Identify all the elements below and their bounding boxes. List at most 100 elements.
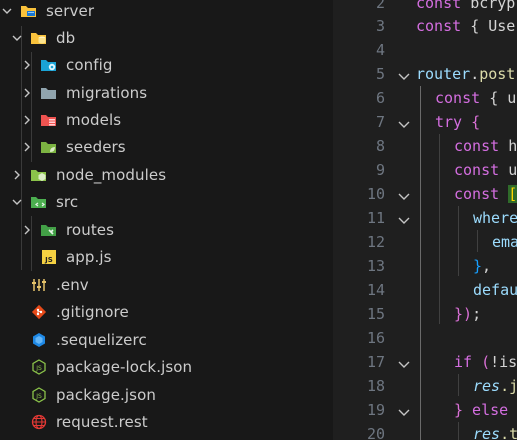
line-number: 12 [366, 233, 385, 251]
code-token: const [454, 185, 509, 203]
tree-item-label: seeders [66, 137, 126, 156]
fold-chevron-icon[interactable] [397, 405, 411, 419]
code-line-14: defau [473, 281, 517, 299]
code-line-10: const [ [454, 185, 517, 203]
tree-item-label: routes [66, 220, 115, 239]
tree-item-label: request.rest [56, 412, 148, 431]
js-file-icon: JS [40, 248, 58, 266]
svg-text:JS: JS [44, 256, 53, 264]
code-line-7: try { [435, 113, 480, 131]
chevron-right-icon [20, 222, 34, 238]
tree-item-label: db [56, 28, 76, 47]
code-token: ; [472, 305, 482, 323]
code-token: { [471, 113, 481, 131]
chevron-right-icon [20, 85, 34, 101]
code-line-3: const { Use [416, 17, 515, 35]
indent-guide [439, 134, 440, 324]
line-number: 15 [366, 305, 385, 323]
line-number: 9 [375, 161, 385, 179]
fold-chevron-icon[interactable] [397, 69, 411, 83]
code-token: } [473, 257, 483, 275]
code-token: .t [500, 425, 517, 440]
line-number: 8 [375, 137, 385, 155]
tree-item-models[interactable]: models [0, 106, 333, 133]
code-line-6: const { u [435, 89, 516, 107]
fold-chevron-icon[interactable] [397, 117, 411, 131]
tree-item-config[interactable]: config [0, 51, 333, 78]
tree-item-label: .env [56, 275, 89, 294]
code-line-9: const u [454, 161, 517, 179]
code-editor[interactable]: 2 3 4 5 6 7 8 9 10 11 12 13 14 15 16 17 … [333, 0, 517, 440]
fold-chevron-icon[interactable] [397, 189, 411, 203]
code-token: where [473, 209, 517, 227]
tree-item-app-js[interactable]: JS app.js [0, 243, 333, 270]
code-token: ) [463, 305, 473, 323]
code-token: res [473, 425, 501, 440]
tree-item-gitignore[interactable]: .gitignore [0, 298, 333, 325]
code-token: post [479, 65, 516, 83]
indent-guide [458, 206, 459, 276]
line-number: 18 [366, 377, 385, 395]
tree-item-label: src [56, 192, 79, 211]
tree-item-node-modules[interactable]: node_modules [0, 161, 333, 188]
tree-item-label: config [66, 55, 113, 74]
code-token: u [508, 161, 517, 179]
globe-icon [30, 413, 48, 431]
tree-item-label: migrations [66, 83, 148, 102]
code-token: { Use [470, 17, 516, 35]
folder-icon [40, 84, 58, 102]
tree-item-sequelizerc[interactable]: .sequelizerc [0, 326, 333, 353]
tree-item-package-json[interactable]: JS package.json [0, 381, 333, 408]
fold-chevron-icon[interactable] [397, 213, 411, 227]
tree-item-seeders[interactable]: seeders [0, 133, 333, 160]
code-token: h [508, 137, 517, 155]
folder-db-icon [30, 29, 48, 47]
line-number: 6 [375, 89, 385, 107]
tree-item-db[interactable]: db [0, 24, 333, 51]
line-number: 3 [375, 17, 385, 35]
tree-item-label: app.js [66, 247, 112, 266]
chevron-down-icon [10, 194, 24, 210]
code-token: } [454, 305, 464, 323]
code-line-17: if (!is [454, 353, 517, 371]
code-line-8: const h [454, 137, 517, 155]
line-number: 19 [366, 401, 385, 419]
code-line-18: res.j [473, 377, 517, 395]
line-number: 10 [366, 185, 385, 203]
tree-item-package-lock-json[interactable]: JS package-lock.json [0, 353, 333, 380]
code-token: const [416, 0, 471, 12]
tree-item-env[interactable]: .env [0, 271, 333, 298]
tree-item-label: package.json [56, 385, 156, 404]
tree-item-src[interactable]: src [0, 188, 333, 215]
folder-node-icon [30, 166, 48, 184]
code-token: , [482, 257, 492, 275]
nodejs-icon: JS [30, 358, 48, 376]
tree-item-server[interactable]: server [0, 0, 333, 24]
chevron-down-icon [10, 30, 24, 46]
code-line-11: where [473, 209, 517, 227]
line-number: 16 [366, 329, 385, 347]
chevron-right-icon [10, 167, 24, 183]
code-token: const [454, 161, 509, 179]
line-number: 5 [375, 65, 385, 83]
chevron-down-icon [0, 3, 14, 19]
code-line-20: res.t [473, 425, 517, 440]
svg-text:JS: JS [35, 393, 42, 400]
code-token: . [470, 65, 480, 83]
code-token: const [454, 137, 509, 155]
chevron-right-icon [20, 57, 34, 73]
tree-item-request-rest[interactable]: request.rest [0, 408, 333, 435]
chevron-right-icon [20, 112, 34, 128]
tree-item-migrations[interactable]: migrations [0, 79, 333, 106]
line-number: 20 [366, 425, 385, 440]
code-token: } [454, 401, 464, 419]
line-number: 11 [366, 209, 385, 227]
tree-item-routes[interactable]: routes [0, 216, 333, 243]
indent-guide [420, 86, 421, 440]
indent-guide [477, 230, 478, 252]
code-line-2: const bcryp [416, 0, 515, 12]
fold-chevron-icon[interactable] [397, 357, 411, 371]
line-number: 2 [375, 0, 385, 12]
code-line-12: ema [492, 233, 517, 251]
tree-item-label: server [46, 1, 95, 20]
